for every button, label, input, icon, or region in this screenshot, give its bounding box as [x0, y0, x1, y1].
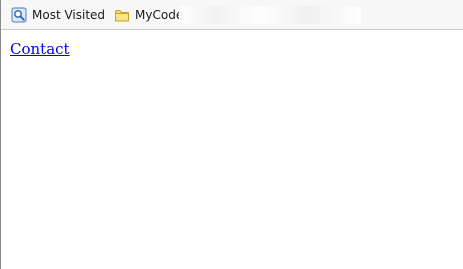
- most-visited-icon: [11, 7, 27, 23]
- folder-icon: [114, 7, 130, 23]
- browser-window: Most Visited MyCode Contact: [0, 0, 463, 269]
- bookmark-most-visited[interactable]: Most Visited: [11, 4, 105, 26]
- bookmark-mycode[interactable]: MyCode: [114, 4, 183, 26]
- blurred-bookmarks: [179, 6, 361, 24]
- bookmark-label-mycode: MyCode: [135, 7, 184, 22]
- page-content: Contact: [1, 30, 463, 69]
- contact-link[interactable]: Contact: [10, 40, 70, 58]
- bookmarks-toolbar: Most Visited MyCode: [1, 0, 463, 30]
- bookmark-label-most-visited: Most Visited: [32, 7, 106, 22]
